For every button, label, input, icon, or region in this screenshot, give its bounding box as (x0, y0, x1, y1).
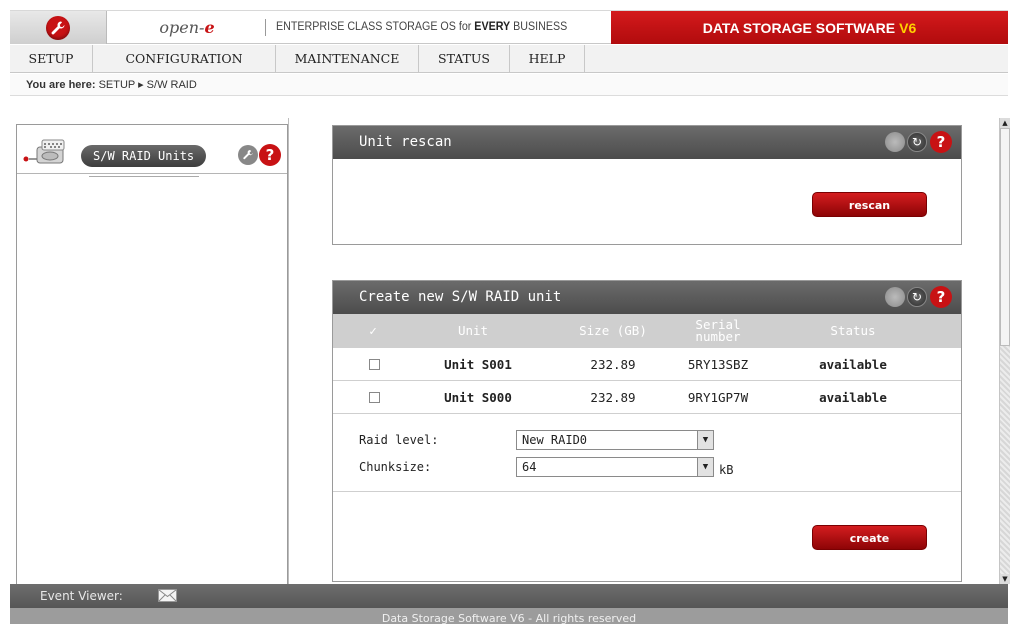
column-serial: Serial number (673, 314, 763, 348)
unit-size: 232.89 (590, 390, 636, 405)
help-icon[interactable]: ? (930, 286, 952, 308)
column-status: Status (830, 323, 876, 338)
unit-name: Unit S000 (444, 390, 512, 405)
unit-serial: 5RY13SBZ (687, 357, 749, 372)
column-unit: Unit (457, 323, 489, 338)
breadcrumb-path[interactable]: SETUP ▸ S/W RAID (99, 79, 197, 91)
unit-status: available (819, 390, 887, 405)
column-serial-line2: number (695, 329, 741, 344)
product-version: V6 (899, 19, 917, 36)
menu-status[interactable]: STATUS (419, 45, 510, 73)
tagline-bold: EVERY (474, 21, 511, 33)
tagline-prefix: ENTERPRISE CLASS STORAGE OS for (276, 21, 475, 33)
chunksize-unit: kB (719, 463, 734, 477)
chunksize-select[interactable]: 64 ▼ (516, 457, 714, 477)
sidebar-header: S/W RAID Units ? (17, 125, 287, 174)
panel-title: Create new S/W RAID unit (359, 289, 562, 305)
panel-header-icons: ↻ ? (885, 131, 953, 154)
unit-serial: 9RY1GP7W (687, 390, 749, 405)
refresh-icon[interactable]: ↻ (907, 132, 927, 152)
top-header: open-e ENTERPRISE CLASS STORAGE OS for E… (10, 10, 1008, 44)
panel-title: Unit rescan (359, 134, 452, 150)
tab-underline (89, 176, 199, 177)
units-table-header: ✓ Unit Size (GB) Serial number Status (333, 314, 961, 348)
tagline-suffix: BUSINESS (510, 21, 568, 33)
main-menu: SETUP CONFIGURATION MAINTENANCE STATUS H… (10, 45, 1008, 73)
scroll-thumb[interactable] (1000, 128, 1010, 346)
menu-maintenance[interactable]: MAINTENANCE (276, 45, 419, 73)
chevron-down-icon[interactable]: ▼ (697, 458, 713, 476)
unit-rescan-panel: Unit rescan ↻ ? rescan (332, 125, 962, 245)
unit-name: Unit S001 (444, 357, 512, 372)
gear-icon[interactable] (885, 287, 905, 307)
logo[interactable] (10, 11, 107, 44)
brand-divider (265, 19, 266, 36)
mail-icon[interactable] (158, 589, 177, 602)
table-row: Unit S000 232.89 9RY1GP7W available (333, 381, 961, 414)
column-size: Size (GB) (579, 323, 647, 338)
raid-level-select[interactable]: New RAID0 ▼ (516, 430, 714, 450)
unit-size: 232.89 (590, 357, 636, 372)
brand-logo: open-e (107, 11, 267, 44)
table-row: Unit S001 232.89 5RY13SBZ available (333, 348, 961, 381)
event-viewer-label: Event Viewer: (40, 589, 123, 603)
divider (333, 491, 961, 492)
create-button[interactable]: create (812, 525, 927, 550)
brand-suffix: e (204, 18, 215, 37)
sidebar-tab-sw-raid-units[interactable]: S/W RAID Units (81, 145, 207, 167)
chunksize-value: 64 (522, 460, 537, 474)
unit-status: available (819, 357, 887, 372)
scroll-up-arrow-icon[interactable]: ▲ (1000, 118, 1010, 128)
gear-icon[interactable] (885, 132, 905, 152)
event-viewer-bar: Event Viewer: (10, 584, 1008, 608)
raid-disk-icon (23, 139, 65, 164)
panel-header: Create new S/W RAID unit ↻ ? (333, 281, 961, 314)
wrench-icon (46, 15, 70, 40)
breadcrumb-prefix: You are here: (26, 79, 96, 91)
menu-configuration[interactable]: CONFIGURATION (93, 45, 276, 73)
brand-prefix: open- (159, 18, 205, 37)
chevron-down-icon[interactable]: ▼ (697, 431, 713, 449)
column-check: ✓ (369, 323, 377, 338)
unit-checkbox[interactable] (369, 392, 380, 403)
product-title: DATA STORAGE SOFTWARE V6 (611, 11, 1008, 44)
product-name: DATA STORAGE SOFTWARE (702, 19, 896, 36)
tagline: ENTERPRISE CLASS STORAGE OS for EVERY BU… (276, 11, 567, 44)
create-raid-unit-panel: Create new S/W RAID unit ↻ ? ✓ Unit Size… (332, 280, 962, 582)
unit-checkbox[interactable] (369, 359, 380, 370)
chunksize-label: Chunksize: (359, 460, 432, 474)
breadcrumb: You are here: SETUP ▸ S/W RAID (10, 74, 1008, 96)
refresh-icon[interactable]: ↻ (907, 287, 927, 307)
rescan-button[interactable]: rescan (812, 192, 927, 217)
sidebar: S/W RAID Units ? (16, 124, 288, 584)
vertical-scrollbar[interactable]: ▲ ▼ (999, 118, 1010, 584)
menu-setup[interactable]: SETUP (10, 45, 93, 73)
raid-level-label: Raid level: (359, 433, 439, 447)
panel-header-icons: ↻ ? (885, 286, 953, 309)
tool-icon[interactable] (238, 145, 258, 165)
help-icon[interactable]: ? (930, 131, 952, 153)
scroll-down-arrow-icon[interactable]: ▼ (1000, 574, 1010, 584)
main-content: Unit rescan ↻ ? rescan Create new S/W RA… (288, 118, 999, 584)
raid-level-value: New RAID0 (522, 433, 588, 447)
panel-header: Unit rescan ↻ ? (333, 126, 961, 159)
footer: Data Storage Software V6 - All rights re… (10, 608, 1008, 624)
menu-help[interactable]: HELP (510, 45, 585, 73)
help-icon[interactable]: ? (259, 144, 281, 166)
